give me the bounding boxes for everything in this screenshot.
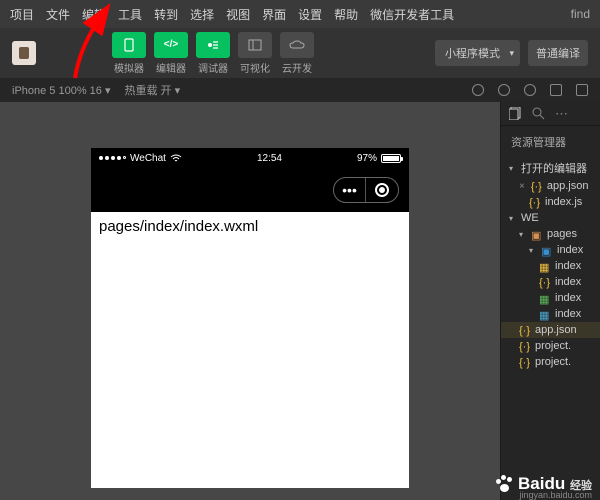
menu-view[interactable]: 视图 [226, 6, 250, 23]
menu-project[interactable]: 项目 [10, 6, 34, 23]
status-icon-5[interactable] [576, 84, 588, 96]
compile-select[interactable]: 普通编译 [528, 40, 588, 66]
battery-icon [381, 154, 401, 163]
menu-edit[interactable]: 编辑 [82, 6, 106, 23]
menu-select[interactable]: 选择 [190, 6, 214, 23]
section-project[interactable]: ▾WE [501, 210, 600, 226]
folder-pages[interactable]: ▾▣pages [501, 226, 600, 242]
page-content: pages/index/index.wxml [91, 212, 409, 241]
file-index-wxml[interactable]: ▦index [501, 290, 600, 306]
tool-cloud[interactable]: 云开发 [280, 32, 314, 75]
tool-debugger[interactable]: 调试器 [196, 32, 230, 75]
menubar: 项目 文件 编辑 工具 转到 选择 视图 界面 设置 帮助 微信开发者工具 fi… [0, 0, 600, 28]
file-index-wxss[interactable]: ▦index [501, 306, 600, 322]
status-icon-2[interactable] [498, 84, 510, 96]
tool-simulator[interactable]: 模拟器 [112, 32, 146, 75]
battery-percent: 97% [357, 153, 377, 164]
carrier-label: WeChat [130, 153, 166, 164]
search-icon[interactable] [532, 107, 545, 120]
folder-index[interactable]: ▾▣index [501, 242, 600, 258]
phone-navbar: ••• [91, 168, 409, 212]
menu-goto[interactable]: 转到 [154, 6, 178, 23]
hot-reload[interactable]: 热重载 开 ▾ [125, 82, 181, 98]
open-file-index-js[interactable]: {·}index.js [501, 194, 600, 210]
sidebar: ⋯ 资源管理器 ▾打开的编辑器 ×{·}app.json {·}index.js… [500, 102, 600, 500]
file-index-js[interactable]: ▦index [501, 258, 600, 274]
file-project-private[interactable]: {·}project. [501, 354, 600, 370]
file-tree: ▾打开的编辑器 ×{·}app.json {·}index.js ▾WE ▾▣p… [501, 158, 600, 500]
main-area: WeChat 12:54 97% ••• pages/index/index.w… [0, 102, 600, 500]
section-open-editors[interactable]: ▾打开的编辑器 [501, 158, 600, 178]
menu-interface[interactable]: 界面 [262, 6, 286, 23]
explorer-title: 资源管理器 [501, 126, 600, 158]
sidebar-tabs: ⋯ [501, 102, 600, 126]
file-index-json[interactable]: {·}index [501, 274, 600, 290]
paw-icon [494, 475, 514, 493]
phone-simulator: WeChat 12:54 97% ••• pages/index/index.w… [91, 148, 409, 488]
app-icon[interactable] [12, 41, 36, 65]
search-hint[interactable]: find [571, 7, 590, 21]
phone-statusbar: WeChat 12:54 97% [91, 148, 409, 168]
status-icon-3[interactable] [524, 84, 536, 96]
watermark: Baidu 经验 [494, 474, 592, 494]
capsule-close-icon[interactable] [366, 178, 398, 202]
files-icon[interactable] [509, 107, 522, 120]
signal-icon [99, 156, 126, 160]
simulator-area: WeChat 12:54 97% ••• pages/index/index.w… [0, 102, 500, 500]
file-app-json[interactable]: {·}app.json [501, 322, 600, 338]
wifi-icon [170, 154, 182, 163]
tool-visual[interactable]: 可视化 [238, 32, 272, 75]
menu-file[interactable]: 文件 [46, 6, 70, 23]
toolbar: 模拟器 </> 编辑器 调试器 可视化 云开发 小程序模式 普通编译 [0, 28, 600, 78]
menu-wechat-devtools[interactable]: 微信开发者工具 [370, 6, 454, 23]
file-project-config[interactable]: {·}project. [501, 338, 600, 354]
open-file-app-json[interactable]: ×{·}app.json [501, 178, 600, 194]
status-icon-1[interactable] [472, 84, 484, 96]
status-icon-4[interactable] [550, 84, 562, 96]
tool-editor[interactable]: </> 编辑器 [154, 32, 188, 75]
capsule-button: ••• [333, 177, 399, 203]
watermark-brand: Baidu 经验 [518, 474, 592, 494]
mode-select[interactable]: 小程序模式 [435, 40, 520, 66]
device-info[interactable]: iPhone 5 100% 16 ▾ [12, 84, 111, 97]
capsule-menu-icon[interactable]: ••• [334, 178, 366, 202]
menu-tools[interactable]: 工具 [118, 6, 142, 23]
menu-settings[interactable]: 设置 [298, 6, 322, 23]
statusbar: iPhone 5 100% 16 ▾ 热重载 开 ▾ [0, 78, 600, 102]
menu-help[interactable]: 帮助 [334, 6, 358, 23]
time-label: 12:54 [257, 153, 282, 164]
more-icon[interactable]: ⋯ [555, 106, 568, 122]
menubar-left: 项目 文件 编辑 工具 转到 选择 视图 界面 设置 帮助 微信开发者工具 [10, 6, 454, 23]
